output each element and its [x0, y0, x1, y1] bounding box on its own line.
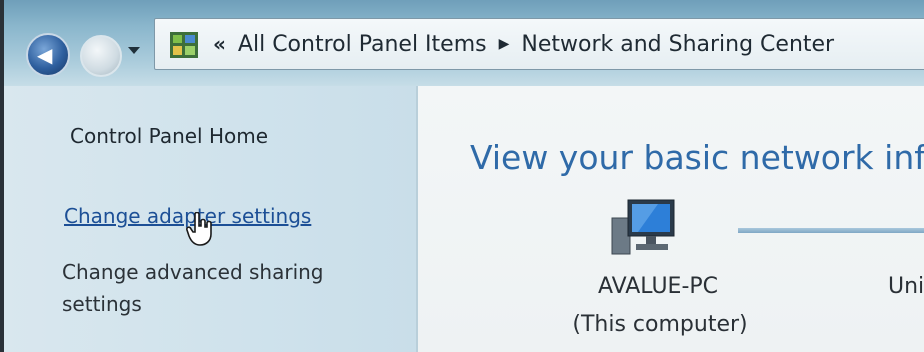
- forward-button[interactable]: [80, 35, 122, 77]
- breadcrumb-item-network-and-sharing-center[interactable]: Network and Sharing Center: [521, 32, 834, 57]
- control-panel-home-link[interactable]: Control Panel Home: [70, 124, 268, 148]
- back-arrow-icon: ◀: [37, 43, 53, 67]
- breadcrumb: « All Control Panel Items ▶ Network and …: [213, 29, 834, 59]
- computer-subtitle: (This computer): [572, 312, 748, 337]
- change-advanced-sharing-settings-link[interactable]: Change advanced sharing settings: [62, 256, 362, 320]
- network-name-partial: Uni: [888, 274, 924, 299]
- network-connection-line: [738, 228, 924, 233]
- address-bar[interactable]: « All Control Panel Items ▶ Network and …: [154, 18, 924, 70]
- computer-icon[interactable]: [608, 196, 680, 260]
- computer-name: AVALUE-PC: [597, 274, 719, 299]
- chevron-down-icon[interactable]: [128, 47, 140, 54]
- breadcrumb-overflow[interactable]: «: [213, 32, 226, 56]
- breadcrumb-separator[interactable]: ▶: [499, 36, 510, 52]
- main-content: View your basic network infor AVALUE-PC …: [418, 86, 924, 352]
- breadcrumb-item-all-control-panel-items[interactable]: All Control Panel Items: [238, 32, 487, 57]
- window: ◀ « All Control Panel Items ▶ Network an…: [4, 0, 924, 352]
- back-button[interactable]: ◀: [26, 33, 70, 77]
- page-title: View your basic network infor: [470, 138, 924, 177]
- control-panel-icon: [170, 32, 198, 58]
- navigation-bar: ◀ « All Control Panel Items ▶ Network an…: [4, 0, 924, 86]
- hand-cursor-icon: [186, 212, 212, 246]
